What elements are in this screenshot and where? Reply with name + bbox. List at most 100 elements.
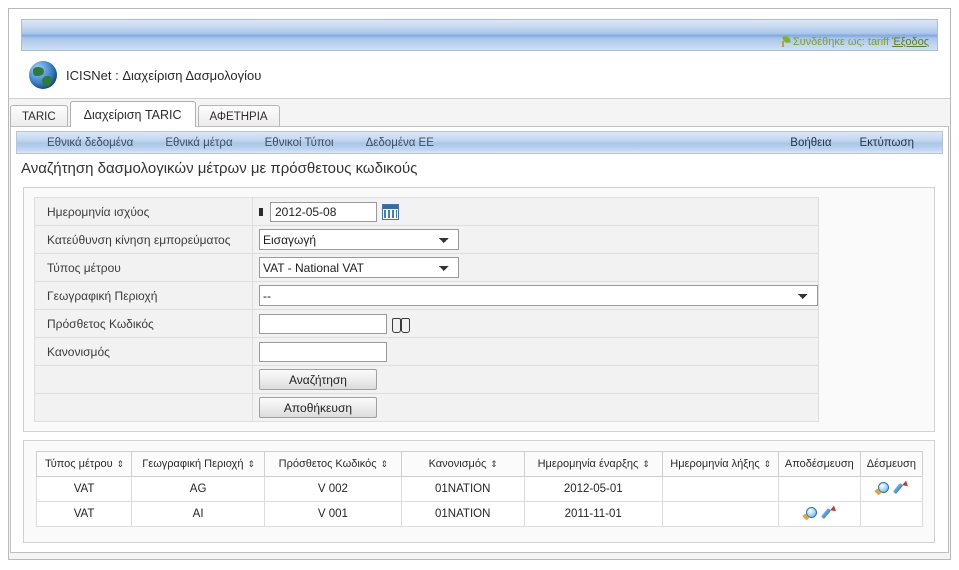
geo-area-select[interactable]: -- [259,285,818,306]
label-additional-code: Πρόσθετος Κωδικός [34,309,253,338]
results-panel: Τύπος μέτρου ⇕ Γεωγραφική Περιοχή ⇕ Πρόσθε… [23,440,935,543]
menu-item-help[interactable]: Βοήθεια [776,137,845,149]
menu-item-national-measures[interactable]: Εθνικά μέτρα [149,137,248,149]
sort-icon[interactable]: ⇕ [490,459,497,470]
cell-commit-actions [859,501,924,527]
tab-taric[interactable]: TARIC [10,105,68,127]
pencil-icon[interactable] [892,481,908,497]
table-row: VAT AI V 001 01NATION 2011-11-01 [35,501,924,527]
form-row-trade-direction: Κατεύθυνση κίνηση εμπορεύματος Εισαγωγή [34,225,819,254]
secondary-menu-bar: Εθνικά δεδομένα Εθνικά μέτρα Εθνικοί Τύπ… [16,131,943,154]
cell-additional-code: V 002 [264,476,402,502]
cell-release-actions [777,501,861,527]
cell-geo-area: AG [131,476,266,502]
search-button[interactable]: Αναζήτηση [259,369,377,390]
login-status-text: Συνδέθηκε ως: tariff [792,36,890,48]
form-row-measure-type: Τύπος μέτρου VAT - National VAT [34,253,819,282]
trade-direction-select[interactable]: Εισαγωγή [259,229,459,250]
cell-start-date: 2012-05-01 [523,476,663,502]
measure-type-select[interactable]: VAT - National VAT [259,257,459,278]
col-regulation-label: Κανονισμός [428,458,487,470]
label-regulation: Κανονισμός [34,337,253,366]
label-spacer-search [34,365,253,394]
col-start-date-label: Ημερομηνία έναρξης [537,458,639,470]
page-root: Συνδέθηκε ως: tariff Έξοδος ICISNet : Δια… [0,0,959,570]
col-additional-code[interactable]: Πρόσθετος Κωδικός ⇕ [264,451,402,477]
cell-regulation: 01NATION [400,501,525,527]
sort-icon[interactable]: ⇕ [117,459,124,470]
results-header-row: Τύπος μέτρου ⇕ Γεωγραφική Περιοχή ⇕ Πρόσθε… [35,451,924,477]
cell-geo-area: AI [131,501,266,527]
cell-measure-type: VAT [35,501,133,527]
cell-additional-code: V 001 [264,501,402,527]
save-button[interactable]: Αποθήκευση [259,397,377,418]
col-additional-code-label: Πρόσθετος Κωδικός [278,458,377,470]
cell-end-date [661,476,779,502]
col-end-date-label: Ημερομηνία λήξης [670,458,760,470]
form-row-effective-date: Ημερομηνία ισχύος [34,197,819,226]
binoculars-icon[interactable] [392,316,410,333]
menu-item-national-types[interactable]: Εθνικοί Τύποι [249,137,350,149]
col-release-label: Αποδέσμευση [784,458,854,470]
form-row-geo-area: Γεωγραφική Περιοχή -- [34,281,819,310]
calendar-icon[interactable] [382,203,399,220]
menu-item-print[interactable]: Εκτύπωση [846,137,929,149]
additional-code-input[interactable] [259,313,387,334]
search-form-panel: Ημερομηνία ισχύος Κατεύθυνση κίνηση εμπο… [23,187,935,432]
label-trade-direction: Κατεύθυνση κίνηση εμπορεύματος [34,225,253,254]
sort-icon[interactable]: ⇕ [642,459,649,470]
col-measure-type[interactable]: Τύπος μέτρου ⇕ [35,451,133,477]
regulation-input[interactable] [259,341,387,362]
content-panel: Εθνικά δεδομένα Εθνικά μέτρα Εθνικοί Τύπ… [10,126,949,553]
form-row-regulation: Κανονισμός [34,337,819,366]
col-start-date[interactable]: Ημερομηνία έναρξης ⇕ [523,451,663,477]
col-geo-area-label: Γεωγραφική Περιοχή [142,458,244,470]
cell-measure-type: VAT [35,476,133,502]
results-table-body: VAT AG V 002 01NATION 2012-05-01 VAT AI [35,476,924,527]
menu-left-group: Εθνικά δεδομένα Εθνικά μέτρα Εθνικοί Τύπ… [17,137,450,149]
magnifier-icon[interactable] [874,481,890,497]
col-regulation[interactable]: Κανονισμός ⇕ [400,451,525,477]
col-commit: Δέσμευση [859,451,924,477]
required-marker [259,207,263,216]
col-release: Αποδέσμευση [777,451,861,477]
sort-icon[interactable]: ⇕ [381,459,388,470]
menu-item-national-data[interactable]: Εθνικά δεδομένα [31,137,149,149]
label-effective-date: Ημερομηνία ισχύος [34,197,253,226]
banner-gradient-bar: Συνδέθηκε ως: tariff Έξοδος [21,19,938,51]
cell-end-date [661,501,779,527]
tab-afetiria[interactable]: ΑΦΕΤΗΡΙΑ [197,105,280,127]
menu-item-eu-data[interactable]: Δεδομένα ΕΕ [350,137,450,149]
sort-icon[interactable]: ⇕ [247,459,254,470]
results-table: Τύπος μέτρου ⇕ Γεωγραφική Περιοχή ⇕ Πρόσθε… [35,451,924,527]
pencil-icon[interactable] [820,506,836,522]
label-measure-type: Τύπος μέτρου [34,253,253,282]
tab-taric-management[interactable]: Διαχείριση TARIC [69,101,196,127]
form-row-save-button: Αποθήκευση [34,393,819,422]
cell-start-date: 2011-11-01 [523,501,663,527]
col-geo-area[interactable]: Γεωγραφική Περιοχή ⇕ [131,451,266,477]
leaf-icon [780,35,791,47]
col-commit-label: Δέσμευση [866,458,916,470]
app-title-row: ICISNet : Διαχείριση Δασμολογίου [29,61,261,89]
magnifier-icon[interactable] [802,506,818,522]
search-form-table: Ημερομηνία ισχύος Κατεύθυνση κίνηση εμπο… [34,197,819,422]
form-row-search-button: Αναζήτηση [34,365,819,394]
cell-release-actions [777,476,861,502]
sort-icon[interactable]: ⇕ [764,459,771,470]
main-tab-bar: TARIC Διαχείριση TARIC ΑΦΕΤΗΡΙΑ [10,101,949,127]
page-title: Αναζήτηση δασμολογικών μέτρων με πρόσθετ… [21,160,418,177]
site-banner: Συνδέθηκε ως: tariff Έξοδος ICISNet : Δια… [9,9,950,99]
label-geo-area: Γεωγραφική Περιοχή [34,281,253,310]
effective-date-input[interactable] [270,201,377,222]
col-end-date[interactable]: Ημερομηνία λήξης ⇕ [661,451,779,477]
logout-link[interactable]: Έξοδος [892,36,929,48]
globe-icon [29,61,57,89]
app-title: ICISNet : Διαχείριση Δασμολογίου [66,67,262,83]
cell-regulation: 01NATION [400,476,525,502]
menu-right-group: Βοήθεια Εκτύπωση [776,137,942,149]
cell-commit-actions [859,476,924,502]
col-measure-type-label: Τύπος μέτρου [44,458,113,470]
form-row-additional-code: Πρόσθετος Κωδικός [34,309,819,338]
table-row: VAT AG V 002 01NATION 2012-05-01 [35,476,924,502]
